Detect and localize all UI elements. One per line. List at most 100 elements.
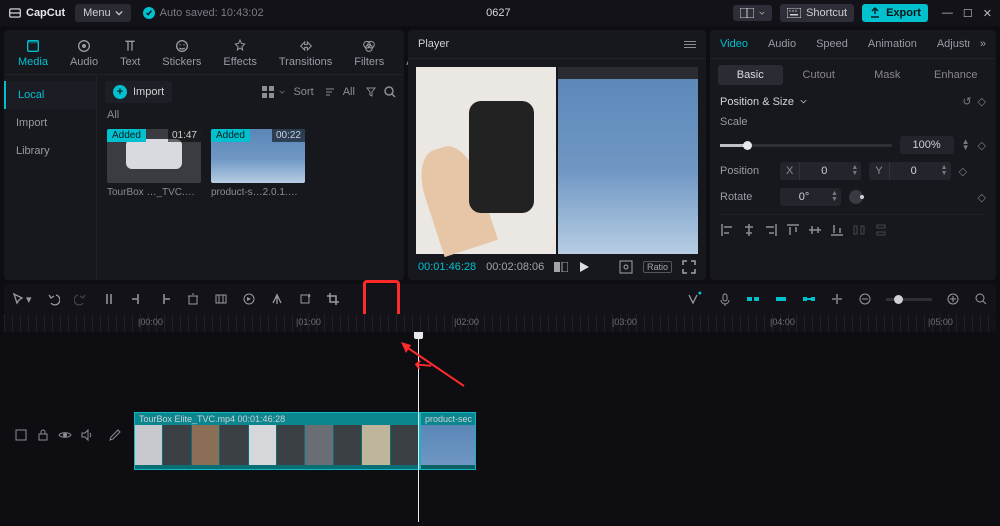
fit-zoom-button[interactable]: [974, 292, 988, 306]
zoom-out-button[interactable]: [858, 292, 872, 306]
tab-stickers[interactable]: Stickers: [154, 34, 209, 74]
position-x-field[interactable]: X0▲▼: [780, 162, 861, 180]
menu-button[interactable]: Menu: [75, 4, 131, 22]
redo-button[interactable]: [74, 292, 88, 306]
align-vcenter-button[interactable]: [808, 223, 822, 237]
tab-text[interactable]: Text: [112, 34, 148, 74]
timeline-ruler[interactable]: |00:00 |01:00 |02:00 |03:00 |04:00 |05:0…: [4, 314, 996, 332]
rotate-button[interactable]: [298, 292, 312, 306]
preview-right[interactable]: [558, 67, 698, 254]
clip-name: product-s…2.0.1.mp4: [211, 187, 305, 198]
playhead[interactable]: [418, 332, 419, 522]
align-bottom-button[interactable]: [830, 223, 844, 237]
tab-effects[interactable]: Effects: [215, 34, 264, 74]
media-clip[interactable]: Added 01:47 TourBox …_TVC.mp4: [107, 129, 201, 198]
sidebar-item-library[interactable]: Library: [4, 137, 96, 165]
scale-slider[interactable]: [720, 144, 892, 147]
reverse-button[interactable]: [242, 292, 256, 306]
rotate-dial[interactable]: [849, 190, 863, 204]
layout-button[interactable]: [733, 5, 772, 21]
tab-audio[interactable]: Audio: [62, 34, 106, 74]
record-button[interactable]: [718, 292, 732, 306]
subtab-mask[interactable]: Mask: [855, 65, 920, 85]
tab-scroll-right[interactable]: »: [970, 30, 996, 58]
keyframe-rotate-button[interactable]: ◇: [978, 191, 986, 204]
plus-icon: +: [113, 85, 127, 99]
sort-button[interactable]: Sort: [293, 86, 334, 98]
rotate-field[interactable]: 0°▲▼: [780, 188, 841, 206]
delete-button[interactable]: [186, 292, 200, 306]
track-lock-button[interactable]: [36, 428, 50, 442]
keyframe-scale-button[interactable]: ◇: [978, 139, 986, 152]
tab-media[interactable]: Media: [10, 34, 56, 74]
tab-speed[interactable]: Speed: [806, 30, 858, 58]
maximize-button[interactable]: ☐: [963, 7, 973, 20]
zoom-in-button[interactable]: [946, 292, 960, 306]
search-button[interactable]: [384, 86, 396, 98]
position-y-field[interactable]: Y0▲▼: [869, 162, 950, 180]
filter-all-button[interactable]: All: [343, 86, 376, 98]
subtab-cutout[interactable]: Cutout: [787, 65, 852, 85]
sidebar-item-local[interactable]: Local: [4, 81, 96, 109]
ratio-button[interactable]: Ratio: [643, 261, 672, 273]
zoom-slider[interactable]: [886, 298, 932, 301]
mirror-button[interactable]: [270, 292, 284, 306]
subtab-enhance[interactable]: Enhance: [924, 65, 989, 85]
timeline-clip[interactable]: TourBox Elite_TVC.mp4 00:01:46:28: [134, 412, 420, 470]
fullscreen-button[interactable]: [682, 260, 696, 274]
minimize-button[interactable]: —: [942, 7, 953, 20]
export-button[interactable]: Export: [862, 4, 928, 22]
import-button[interactable]: +Import: [105, 81, 172, 103]
tab-animation[interactable]: Animation: [858, 30, 927, 58]
preview-axis-button[interactable]: [830, 292, 844, 306]
preview-left[interactable]: [416, 67, 556, 254]
undo-button[interactable]: [46, 292, 60, 306]
audio-icon: [76, 38, 92, 54]
track-visibility-button[interactable]: [58, 428, 72, 442]
tab-transitions[interactable]: Transitions: [271, 34, 340, 74]
selection-tool-button[interactable]: ▾: [12, 292, 32, 306]
delete-left-button[interactable]: [130, 292, 144, 306]
sidebar-item-import[interactable]: Import: [4, 109, 96, 137]
cover-toggle[interactable]: [14, 428, 28, 442]
crop-button[interactable]: [326, 292, 340, 306]
auto-caption-button[interactable]: ●: [686, 292, 704, 306]
linkage-button[interactable]: [802, 292, 816, 306]
timeline-clip[interactable]: product-sec: [420, 412, 476, 470]
keyframe-position-button[interactable]: ◇: [959, 165, 967, 178]
freeze-button[interactable]: [214, 292, 228, 306]
align-right-button[interactable]: [764, 223, 778, 237]
media-clip[interactable]: Added 00:22 product-s…2.0.1.mp4: [211, 129, 305, 198]
tab-audio[interactable]: Audio: [758, 30, 806, 58]
subtab-basic[interactable]: Basic: [718, 65, 783, 85]
close-button[interactable]: ✕: [983, 7, 992, 20]
align-hcenter-button[interactable]: [742, 223, 756, 237]
scale-value[interactable]: 100%: [900, 136, 954, 154]
timeline[interactable]: TourBox Elite_TVC.mp4 00:01:46:28 produc…: [4, 332, 996, 522]
distribute-h-button[interactable]: [852, 223, 866, 237]
tab-adjustment[interactable]: Adjustment: [927, 30, 970, 58]
track-mute-button[interactable]: [80, 428, 94, 442]
auto-snap-button[interactable]: [774, 292, 788, 306]
tab-video[interactable]: Video: [710, 30, 758, 58]
split-button[interactable]: [102, 292, 116, 306]
scale-stepper[interactable]: ▲▼: [962, 139, 970, 151]
main-track-magnet-button[interactable]: [746, 292, 760, 306]
play-button[interactable]: [578, 261, 590, 273]
compare-button[interactable]: [554, 262, 568, 272]
clip-duration: 01:47: [168, 129, 201, 142]
delete-right-button[interactable]: [158, 292, 172, 306]
edit-track-button[interactable]: [108, 428, 122, 442]
align-top-button[interactable]: [786, 223, 800, 237]
shortcut-button[interactable]: Shortcut: [780, 4, 854, 22]
player-menu-button[interactable]: [684, 41, 696, 48]
tab-filters[interactable]: Filters: [346, 34, 392, 74]
scale-button[interactable]: [619, 260, 633, 274]
reset-section-button[interactable]: ↺: [962, 95, 971, 108]
distribute-v-button[interactable]: [874, 223, 888, 237]
section-position-size[interactable]: Position & Size ↺ ◇: [720, 95, 986, 108]
align-left-button[interactable]: [720, 223, 734, 237]
clip-duration: 00:22: [272, 129, 305, 142]
view-mode-button[interactable]: [261, 85, 285, 99]
keyframe-section-button[interactable]: ◇: [978, 95, 986, 108]
